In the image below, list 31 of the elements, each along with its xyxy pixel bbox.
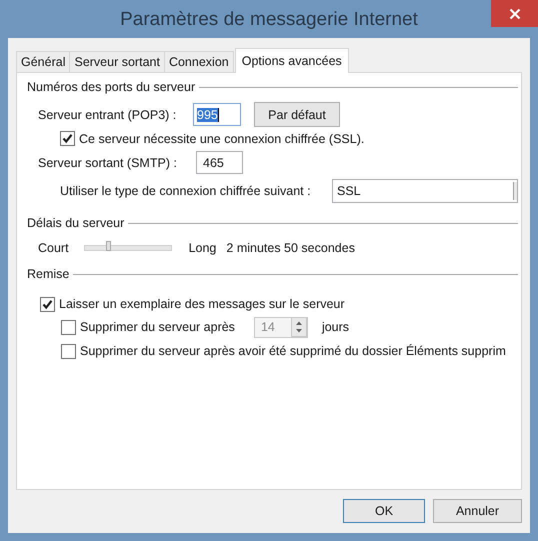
checkbox-label: Laisser un exemplaire des messages sur le serveur [59, 297, 345, 311]
tab[interactable]: Connexion [164, 51, 234, 72]
tab[interactable]: Serveur sortant [69, 51, 165, 72]
close-icon [508, 8, 520, 20]
checkbox-label: Supprimer du serveur après avoir été supprimé du dossier Éléments supprim [80, 344, 506, 358]
slider-thumb[interactable] [106, 241, 111, 251]
default-button[interactable]: Par défaut [254, 102, 340, 127]
encryption-dropdown[interactable]: SSL [332, 179, 518, 203]
checkbox-label: Ce serveur nécessite une connexion chiffrée (SSL). [79, 132, 364, 146]
close-button[interactable] [491, 0, 538, 27]
dialog-button[interactable]: OK [343, 499, 425, 523]
slider-min-label: Court [38, 241, 69, 255]
timeout-reading: 2 minutes 50 secondes [226, 241, 355, 255]
dialog-button[interactable]: Annuler [433, 499, 522, 523]
checkbox[interactable] [40, 296, 55, 312]
field-label: Utiliser le type de connexion chiffrée suivant : [60, 184, 312, 198]
window-title: Paramètres de messagerie Internet [120, 9, 418, 31]
field-label: Serveur entrant (POP3) : [38, 108, 178, 122]
checkbox-label: Supprimer du serveur après [80, 320, 235, 334]
slider-max-label: Long [188, 241, 216, 255]
group-title: Délais du serveur [27, 216, 124, 230]
input-field[interactable]: 465 [196, 151, 243, 174]
group-title: Remise [27, 267, 70, 281]
checkbox[interactable] [60, 131, 75, 146]
group-title: Numéros des ports du serveur [27, 80, 196, 94]
tab[interactable]: Général [16, 51, 70, 72]
input-field[interactable]: 995 [193, 103, 241, 126]
tab[interactable]: Options avancées [234, 48, 349, 73]
unit-label: jours [322, 320, 350, 334]
field-label: Serveur sortant (SMTP) : [38, 156, 178, 170]
checkbox[interactable] [61, 344, 76, 358]
